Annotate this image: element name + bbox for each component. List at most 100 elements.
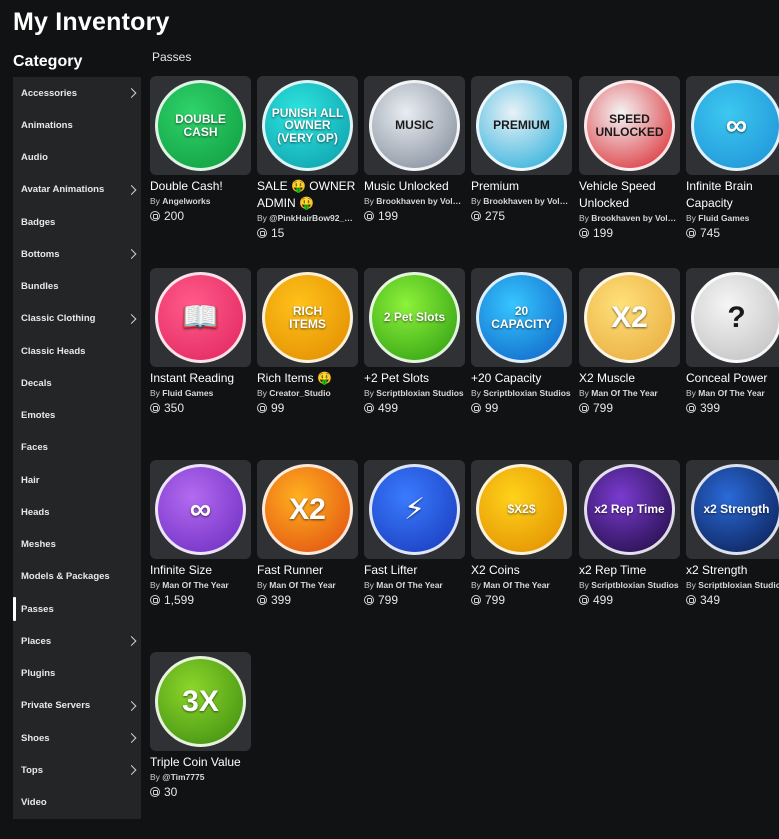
pass-card[interactable]: PUNISH ALL OWNER (VERY OP) SALE 🤑 OWNER A… [257,76,358,240]
sidebar-item-classic-heads[interactable]: Classic Heads [13,335,141,367]
pass-creator[interactable]: By Man Of The Year [257,580,358,590]
pass-creator[interactable]: By Brookhaven by Voldex [364,196,465,206]
creator-name[interactable]: Angelworks [162,196,210,206]
creator-name[interactable]: Brookhaven by Voldex [376,196,465,206]
creator-name[interactable]: Man Of The Year [591,388,657,398]
creator-name[interactable]: @PinkHairBow92_Games [269,213,358,223]
pass-card[interactable]: 2 Pet Slots +2 Pet Slots By Scriptbloxian … [364,268,465,415]
pass-card[interactable]: PREMIUM Premium By Brookhaven by Voldex 275 [471,76,572,223]
creator-name[interactable]: Man Of The Year [483,580,549,590]
pass-creator[interactable]: By Fluid Games [150,388,251,398]
pass-thumbnail[interactable]: MUSIC [364,76,465,175]
pass-creator[interactable]: By Angelworks [150,196,251,206]
pass-thumbnail[interactable]: SPEED UNLOCKED [579,76,680,175]
pass-card[interactable]: ∞ Infinite Brain Capacity By Fluid Games 74… [686,76,779,240]
pass-name[interactable]: X2 Muscle [579,370,680,387]
pass-card[interactable]: X2 X2 Muscle By Man Of The Year 799 [579,268,680,415]
pass-thumbnail[interactable]: RICH ITEMS [257,268,358,367]
sidebar-item-accessories[interactable]: Accessories [13,77,141,109]
pass-card[interactable]: $X2$ X2 Coins By Man Of The Year 799 [471,460,572,607]
pass-creator[interactable]: By Scriptbloxian Studios [579,580,680,590]
pass-name[interactable]: Infinite Size [150,562,251,579]
pass-name[interactable]: Triple Coin Value [150,754,251,771]
pass-thumbnail[interactable]: X2 [257,460,358,559]
pass-creator[interactable]: By Creator_Studio [257,388,358,398]
pass-thumbnail[interactable]: PUNISH ALL OWNER (VERY OP) [257,76,358,175]
pass-creator[interactable]: By @Tim7775 [150,772,251,782]
pass-card[interactable]: 3X Triple Coin Value By @Tim7775 30 [150,652,251,799]
pass-thumbnail[interactable]: 📖 [150,268,251,367]
pass-creator[interactable]: By Scriptbloxian Studios [471,388,572,398]
pass-name[interactable]: Double Cash! [150,178,251,195]
pass-creator[interactable]: By Man Of The Year [579,388,680,398]
sidebar-item-places[interactable]: Places [13,625,141,657]
pass-name[interactable]: Fast Lifter [364,562,465,579]
sidebar-item-video[interactable]: Video [13,787,141,819]
pass-name[interactable]: SALE 🤑 OWNER ADMIN 🤑 [257,178,358,212]
sidebar-item-audio[interactable]: Audio [13,142,141,174]
pass-thumbnail[interactable]: 2 Pet Slots [364,268,465,367]
pass-creator[interactable]: By Scriptbloxian Studios [364,388,465,398]
pass-thumbnail[interactable]: x2 Strength [686,460,779,559]
pass-card[interactable]: X2 Fast Runner By Man Of The Year 399 [257,460,358,607]
pass-thumbnail[interactable]: ∞ [150,460,251,559]
creator-name[interactable]: Scriptbloxian Studios [698,580,779,590]
sidebar-item-private-servers[interactable]: Private Servers [13,690,141,722]
pass-creator[interactable]: By Man Of The Year [686,388,779,398]
pass-card[interactable]: x2 Strength x2 Strength By Scriptbloxian S… [686,460,779,607]
creator-name[interactable]: Man Of The Year [698,388,764,398]
pass-card[interactable]: 20 CAPACITY +20 Capacity By Scriptbloxian … [471,268,572,415]
pass-thumbnail[interactable]: ⚡ [364,460,465,559]
pass-card[interactable]: MUSIC Music Unlocked By Brookhaven by Vold… [364,76,465,223]
pass-thumbnail[interactable]: 20 CAPACITY [471,268,572,367]
pass-thumbnail[interactable]: ∞ [686,76,779,175]
pass-name[interactable]: Infinite Brain Capacity [686,178,779,212]
sidebar-item-badges[interactable]: Badges [13,206,141,238]
pass-name[interactable]: Music Unlocked [364,178,465,195]
sidebar-item-heads[interactable]: Heads [13,496,141,528]
pass-thumbnail[interactable]: X2 [579,268,680,367]
pass-card[interactable]: 📖 Instant Reading By Fluid Games 350 [150,268,251,415]
creator-name[interactable]: Man Of The Year [162,580,228,590]
pass-card[interactable]: SPEED UNLOCKED Vehicle Speed Unlocked By B… [579,76,680,240]
pass-name[interactable]: x2 Strength [686,562,779,579]
pass-thumbnail[interactable]: $X2$ [471,460,572,559]
pass-name[interactable]: Rich Items 🤑 [257,370,358,387]
pass-card[interactable]: ? Conceal Power By Man Of The Year 399 [686,268,779,415]
pass-creator[interactable]: By @PinkHairBow92_Games [257,213,358,223]
pass-card[interactable]: ∞ Infinite Size By Man Of The Year 1,599 [150,460,251,607]
sidebar-item-classic-clothing[interactable]: Classic Clothing [13,303,141,335]
sidebar-item-meshes[interactable]: Meshes [13,529,141,561]
pass-thumbnail[interactable]: ? [686,268,779,367]
creator-name[interactable]: Scriptbloxian Studios [483,388,570,398]
pass-name[interactable]: Premium [471,178,572,195]
creator-name[interactable]: Scriptbloxian Studios [591,580,678,590]
pass-name[interactable]: +20 Capacity [471,370,572,387]
pass-name[interactable]: X2 Coins [471,562,572,579]
sidebar-item-faces[interactable]: Faces [13,432,141,464]
sidebar-item-animations[interactable]: Animations [13,109,141,141]
sidebar-item-bottoms[interactable]: Bottoms [13,238,141,270]
creator-name[interactable]: Man Of The Year [376,580,442,590]
sidebar-item-hair[interactable]: Hair [13,464,141,496]
sidebar-item-emotes[interactable]: Emotes [13,400,141,432]
creator-name[interactable]: Man Of The Year [269,580,335,590]
pass-name[interactable]: +2 Pet Slots [364,370,465,387]
pass-creator[interactable]: By Man Of The Year [364,580,465,590]
pass-name[interactable]: Conceal Power [686,370,779,387]
sidebar-item-plugins[interactable]: Plugins [13,658,141,690]
pass-name[interactable]: Vehicle Speed Unlocked [579,178,680,212]
sidebar-item-decals[interactable]: Decals [13,367,141,399]
pass-creator[interactable]: By Man Of The Year [150,580,251,590]
pass-creator[interactable]: By Fluid Games [686,213,779,223]
pass-thumbnail[interactable]: DOUBLE CASH [150,76,251,175]
pass-card[interactable]: DOUBLE CASH Double Cash! By Angelworks 200 [150,76,251,223]
pass-creator[interactable]: By Brookhaven by Voldex [579,213,680,223]
creator-name[interactable]: @Tim7775 [162,772,204,782]
sidebar-item-avatar-animations[interactable]: Avatar Animations [13,174,141,206]
creator-name[interactable]: Brookhaven by Voldex [591,213,680,223]
creator-name[interactable]: Creator_Studio [269,388,330,398]
pass-creator[interactable]: By Man Of The Year [471,580,572,590]
creator-name[interactable]: Fluid Games [162,388,213,398]
pass-card[interactable]: ⚡ Fast Lifter By Man Of The Year 799 [364,460,465,607]
